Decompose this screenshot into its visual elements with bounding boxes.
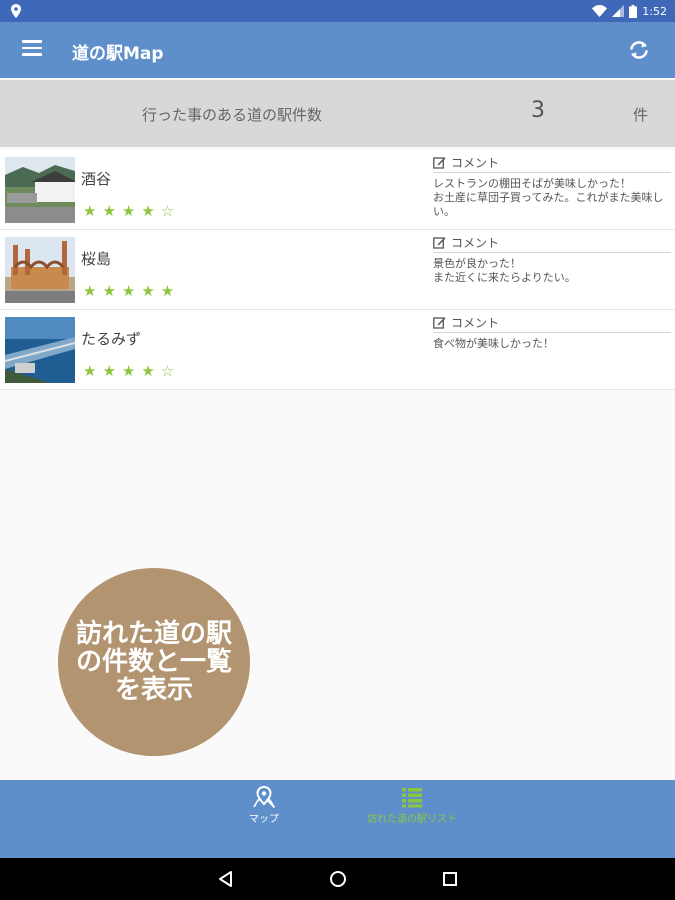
comment-header: コメント bbox=[433, 233, 671, 253]
promo-text: 訪れた道の駅 の件数と一覧 を表示 bbox=[75, 619, 232, 705]
comment-label: コメント bbox=[451, 236, 500, 250]
visit-count-summary: 行った事のある道の駅件数 3 件 bbox=[0, 80, 675, 147]
list-item[interactable]: たるみず ★★★★☆ コメント 食べ物が美味しかった！ bbox=[0, 310, 675, 390]
summary-label: 行った事のある道の駅件数 bbox=[142, 106, 323, 124]
status-time: 1:52 bbox=[642, 4, 667, 18]
status-bar: 1:52 bbox=[0, 0, 675, 22]
bottom-navigation: マップ 訪れた道の駅リスト bbox=[0, 780, 675, 858]
comment-text: レストランの棚田そばが美味しかった！ お土産に草団子買ってみた。これがまた美味し… bbox=[433, 177, 664, 218]
station-name: 酒谷 bbox=[81, 170, 112, 188]
tab-visited-list[interactable]: 訪れた道の駅リスト bbox=[350, 786, 474, 825]
comment-text: 景色が良かった！ また近くに来たらよりたい。 bbox=[433, 257, 576, 284]
tab-list-label: 訪れた道の駅リスト bbox=[367, 814, 457, 825]
tab-map-label: マップ bbox=[249, 814, 279, 825]
station-photo bbox=[5, 237, 75, 303]
location-icon bbox=[11, 4, 21, 18]
list-icon bbox=[402, 788, 422, 808]
star-rating: ★★★★★ bbox=[83, 282, 181, 300]
recents-icon[interactable] bbox=[440, 869, 460, 889]
home-icon[interactable] bbox=[328, 869, 348, 889]
star-rating: ★★★★☆ bbox=[83, 362, 181, 380]
comment-label: コメント bbox=[451, 316, 500, 330]
promo-badge: 訪れた道の駅 の件数と一覧 を表示 bbox=[58, 568, 250, 756]
list-item[interactable]: 桜島 ★★★★★ コメント 景色が良かった！ また近くに来たらよりたい。 bbox=[0, 230, 675, 310]
edit-icon[interactable] bbox=[433, 156, 446, 169]
back-icon[interactable] bbox=[216, 869, 236, 889]
menu-icon[interactable] bbox=[22, 40, 42, 60]
map-pin-icon bbox=[253, 786, 275, 808]
visit-count: 3 bbox=[531, 98, 545, 123]
comment-header: コメント bbox=[433, 153, 671, 173]
tab-map[interactable]: マップ bbox=[236, 786, 292, 825]
station-name: たるみず bbox=[81, 330, 142, 348]
count-unit: 件 bbox=[633, 106, 649, 124]
refresh-icon[interactable] bbox=[627, 38, 651, 62]
station-photo bbox=[5, 157, 75, 223]
app-bar: 道の駅Map bbox=[0, 22, 675, 78]
list-item[interactable]: 酒谷 ★★★★☆ コメント レストランの棚田そばが美味しかった！ お土産に草団子… bbox=[0, 150, 675, 230]
comment-label: コメント bbox=[451, 156, 500, 170]
station-name: 桜島 bbox=[81, 250, 112, 268]
wifi-icon bbox=[592, 5, 608, 17]
edit-icon[interactable] bbox=[433, 316, 446, 329]
comment-text: 食べ物が美味しかった！ bbox=[433, 337, 554, 350]
station-photo bbox=[5, 317, 75, 383]
signal-icon bbox=[612, 5, 625, 17]
station-list: 酒谷 ★★★★☆ コメント レストランの棚田そばが美味しかった！ お土産に草団子… bbox=[0, 150, 675, 390]
comment-header: コメント bbox=[433, 313, 671, 333]
battery-icon bbox=[629, 4, 638, 18]
system-navigation-bar bbox=[0, 858, 675, 900]
star-rating: ★★★★☆ bbox=[83, 202, 181, 220]
app-title: 道の駅Map bbox=[72, 44, 164, 64]
edit-icon[interactable] bbox=[433, 236, 446, 249]
